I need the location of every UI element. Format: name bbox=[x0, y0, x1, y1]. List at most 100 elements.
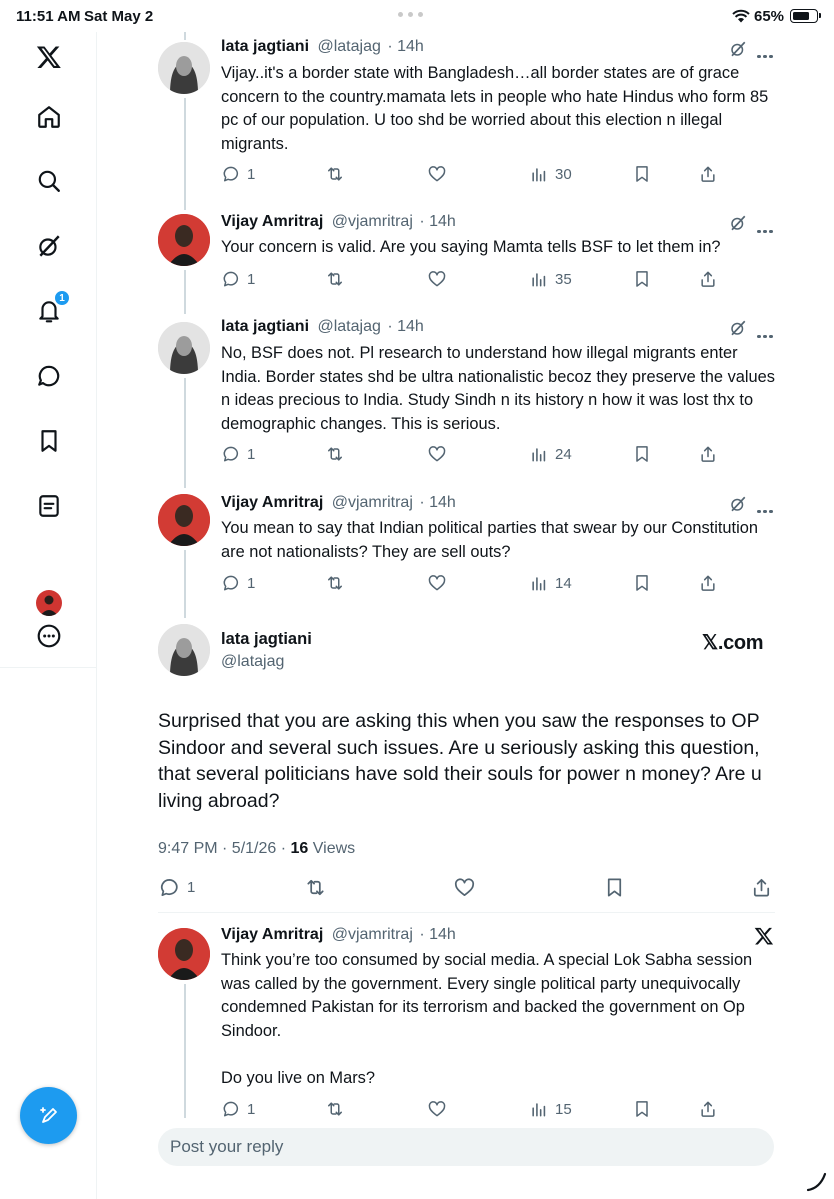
tweet-timestamp[interactable]: 9:47 PM · 5/1/26 · bbox=[158, 840, 291, 857]
tweet-text: No, BSF does not. Pl research to underst… bbox=[221, 344, 775, 433]
notification-badge: 1 bbox=[54, 290, 70, 306]
author-name[interactable]: lata jagtiani bbox=[221, 318, 309, 335]
tweet-age[interactable]: · 14h bbox=[387, 318, 423, 335]
bookmark-button[interactable] bbox=[632, 443, 652, 465]
bookmark-button[interactable] bbox=[632, 1098, 652, 1120]
more-dots-icon[interactable] bbox=[757, 325, 775, 338]
tweet-actions: 1 24 bbox=[221, 443, 721, 465]
resize-handle-icon[interactable] bbox=[806, 1170, 828, 1192]
share-button[interactable] bbox=[698, 163, 718, 185]
messages-icon[interactable] bbox=[34, 361, 64, 391]
author-handle[interactable]: @vjamritraj bbox=[332, 494, 413, 511]
views-button[interactable]: 24 bbox=[529, 443, 572, 465]
bookmark-button[interactable] bbox=[603, 876, 626, 898]
profile-avatar[interactable] bbox=[36, 590, 62, 616]
compose-post-button[interactable] bbox=[20, 1087, 77, 1144]
tweet-age[interactable]: · 14h bbox=[419, 494, 455, 511]
tweet-age[interactable]: · 14h bbox=[387, 38, 423, 55]
repost-button[interactable] bbox=[325, 268, 345, 290]
reply-button[interactable]: 1 bbox=[221, 443, 255, 465]
wifi-icon bbox=[732, 9, 750, 23]
more-dots-icon[interactable] bbox=[757, 500, 775, 513]
tweet-age[interactable]: · 14h bbox=[419, 213, 455, 230]
author-handle[interactable]: @latajag bbox=[317, 318, 380, 335]
grok-icon[interactable] bbox=[729, 495, 747, 513]
x-logo-icon[interactable] bbox=[34, 42, 64, 72]
share-button[interactable] bbox=[698, 1098, 718, 1120]
grok-icon[interactable] bbox=[34, 231, 64, 261]
heart-icon bbox=[428, 575, 446, 591]
sidebar-divider bbox=[96, 668, 97, 1199]
repost-button[interactable] bbox=[325, 443, 345, 465]
share-button[interactable] bbox=[750, 876, 773, 898]
author-name[interactable]: Vijay Amritraj bbox=[221, 494, 323, 511]
views-count: 14 bbox=[555, 574, 572, 592]
reply-button[interactable]: 1 bbox=[221, 268, 255, 290]
bookmark-button[interactable] bbox=[632, 163, 652, 185]
share-button[interactable] bbox=[698, 443, 718, 465]
tweet-actions: 1 14 bbox=[221, 572, 721, 594]
more-dots-icon[interactable] bbox=[757, 220, 775, 233]
reply-count: 1 bbox=[247, 574, 256, 592]
share-button[interactable] bbox=[698, 572, 718, 594]
reply-button[interactable]: 1 bbox=[221, 1098, 255, 1120]
bookmark-icon bbox=[636, 1101, 648, 1117]
views-label: Views bbox=[308, 840, 356, 857]
home-icon[interactable] bbox=[34, 102, 64, 132]
bookmarks-icon[interactable] bbox=[34, 426, 64, 456]
author-name[interactable]: lata jagtiani bbox=[221, 38, 309, 55]
reply-button[interactable]: 1 bbox=[221, 572, 255, 594]
author-name[interactable]: Vijay Amritraj bbox=[221, 213, 323, 230]
author-avatar[interactable] bbox=[158, 494, 210, 546]
like-button[interactable] bbox=[427, 443, 447, 465]
notifications-bell-icon[interactable]: 1 bbox=[34, 290, 70, 326]
like-button[interactable] bbox=[427, 163, 447, 185]
more-options-icon[interactable] bbox=[34, 621, 64, 651]
author-avatar[interactable] bbox=[158, 928, 210, 980]
reply-button[interactable]: 1 bbox=[158, 876, 195, 898]
grok-icon[interactable] bbox=[729, 319, 747, 337]
tweet-text: Surprised that you are asking this when … bbox=[158, 710, 762, 812]
heart-icon bbox=[428, 271, 446, 287]
repost-button[interactable] bbox=[325, 1098, 345, 1120]
reply-input[interactable] bbox=[158, 1128, 774, 1166]
author-avatar[interactable] bbox=[158, 214, 210, 266]
views-button[interactable]: 30 bbox=[529, 163, 572, 185]
author-handle[interactable]: @latajag bbox=[317, 38, 380, 55]
repost-button[interactable] bbox=[325, 163, 345, 185]
repost-button[interactable] bbox=[325, 572, 345, 594]
like-button[interactable] bbox=[427, 1098, 447, 1120]
search-icon[interactable] bbox=[34, 166, 64, 196]
views-button[interactable]: 15 bbox=[529, 1098, 572, 1120]
author-handle[interactable]: @vjamritraj bbox=[332, 213, 413, 230]
share-button[interactable] bbox=[698, 268, 718, 290]
author-avatar[interactable] bbox=[158, 42, 210, 94]
like-button[interactable] bbox=[427, 268, 447, 290]
author-handle[interactable]: @latajag bbox=[221, 653, 284, 671]
author-avatar[interactable] bbox=[158, 624, 210, 676]
bookmark-button[interactable] bbox=[632, 572, 652, 594]
like-button[interactable] bbox=[453, 876, 476, 898]
bookmark-button[interactable] bbox=[632, 268, 652, 290]
share-icon bbox=[701, 271, 715, 287]
grok-icon[interactable] bbox=[729, 214, 747, 232]
lists-icon[interactable] bbox=[34, 491, 64, 521]
status-date: Sat May 2 bbox=[84, 8, 154, 25]
multitasking-dots-icon[interactable] bbox=[398, 4, 436, 17]
battery-percent: 65% bbox=[754, 8, 785, 25]
reply-composer[interactable] bbox=[158, 1128, 774, 1166]
like-button[interactable] bbox=[427, 572, 447, 594]
views-button[interactable]: 35 bbox=[529, 268, 572, 290]
grok-icon[interactable] bbox=[729, 40, 747, 58]
more-dots-icon[interactable] bbox=[757, 45, 775, 58]
author-handle[interactable]: @vjamritraj bbox=[332, 926, 413, 943]
views-button[interactable]: 14 bbox=[529, 572, 572, 594]
author-name[interactable]: lata jagtiani bbox=[221, 630, 312, 649]
views-count: 15 bbox=[555, 1100, 572, 1118]
repost-button[interactable] bbox=[304, 876, 327, 898]
reply-button[interactable]: 1 bbox=[221, 163, 255, 185]
tweet-age[interactable]: · 14h bbox=[419, 926, 455, 943]
author-name[interactable]: Vijay Amritraj bbox=[221, 926, 323, 943]
divider bbox=[158, 912, 775, 913]
author-avatar[interactable] bbox=[158, 322, 210, 374]
